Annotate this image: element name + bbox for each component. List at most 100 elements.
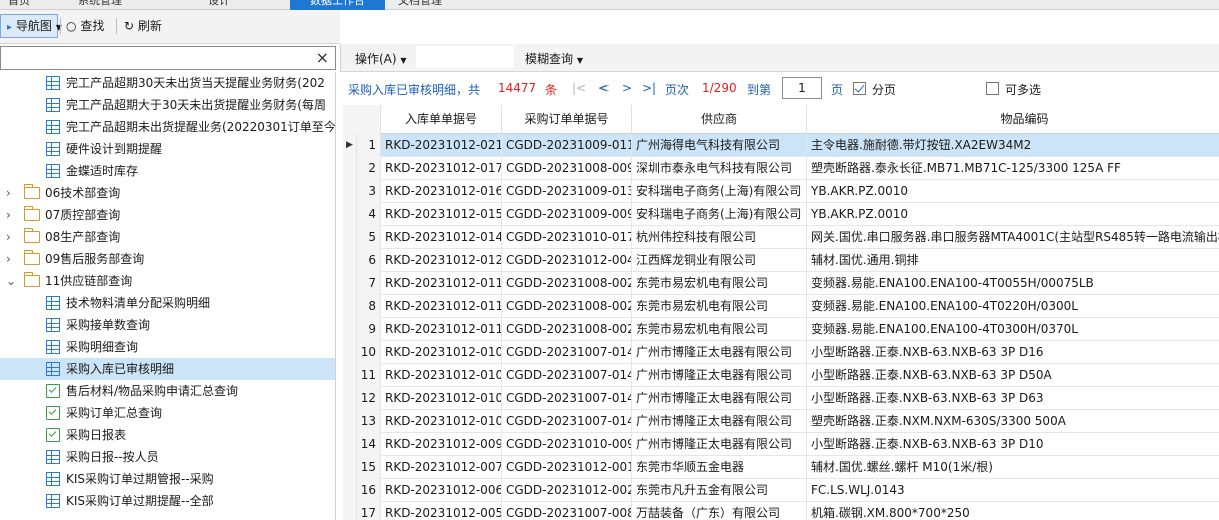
paging-checkbox[interactable] <box>853 82 866 95</box>
row-indicator <box>343 295 357 318</box>
prev-page-button[interactable]: < <box>598 81 608 95</box>
find-button[interactable]: ○ 查找 <box>66 14 104 38</box>
tree-item[interactable]: KIS采购订单过期管报--采购 <box>0 468 335 490</box>
multi-select-checkbox[interactable] <box>986 82 999 95</box>
tree-item[interactable]: 金蝶适时库存 <box>0 160 335 182</box>
table-row[interactable]: 14 RKD-20231012-009 CGDD-20231010-009 广州市博隆… <box>343 433 1219 456</box>
tree-item-label: 技术物料清单分配采购明细 <box>66 296 211 310</box>
expand-right-icon[interactable]: › <box>6 248 18 270</box>
row-number: 2 <box>357 157 381 180</box>
expand-right-icon[interactable]: › <box>6 182 18 204</box>
result-total: 14477 <box>498 81 537 95</box>
first-page-button[interactable]: |< <box>572 81 586 95</box>
tab-design[interactable]: 设计 <box>208 0 230 10</box>
tree-item[interactable]: 采购订单汇总查询 <box>0 402 335 424</box>
column-header[interactable]: 物品编码 <box>807 105 1219 134</box>
tree-item[interactable]: 采购明细查询 <box>0 336 335 358</box>
table-cell: RKD-20231012-010 <box>381 387 502 410</box>
table-row[interactable]: 15 RKD-20231012-007 CGDD-20231012-001 东莞市华顺… <box>343 456 1219 479</box>
tree-item[interactable]: › 09售后服务部查询 <box>0 248 335 270</box>
table-row[interactable]: 6 RKD-20231012-012 CGDD-20231012-004 江西辉龙铜业… <box>343 249 1219 272</box>
tab-documents[interactable]: 文档管理 <box>398 0 442 10</box>
tree-item[interactable]: 完工产品超期大于30天未出货提醒业务财务(每周 <box>0 94 335 116</box>
table-cell: 东莞市华顺五金电器 <box>632 456 807 479</box>
table-row[interactable]: 3 RKD-20231012-016 CGDD-20231009-013 安科瑞电子商… <box>343 180 1219 203</box>
table-row[interactable]: 9 RKD-20231012-011 CGDD-20231008-002 东莞市易宏机… <box>343 318 1219 341</box>
expand-down-icon[interactable]: ⌄ <box>6 270 18 292</box>
tree-item[interactable]: 采购接单数查询 <box>0 314 335 336</box>
last-page-button[interactable]: >| <box>642 81 656 95</box>
table-row[interactable]: ▶ 1 RKD-20231012-021 CGDD-20231009-011 广州海得电… <box>343 134 1219 157</box>
next-page-button[interactable]: > <box>622 81 632 95</box>
expand-right-icon[interactable]: › <box>6 204 18 226</box>
toolbar-divider <box>60 18 61 34</box>
table-cell: 江西辉龙铜业有限公司 <box>632 249 807 272</box>
table-cell: CGDD-20231012-002 <box>502 479 632 502</box>
tree-item[interactable]: 硬件设计到期提醒 <box>0 138 335 160</box>
row-indicator <box>343 226 357 249</box>
column-header[interactable]: 入库单单据号 <box>381 105 502 134</box>
operate-menu[interactable]: 操作(A) ▼ <box>355 50 407 67</box>
multi-select-label: 可多选 <box>1005 83 1042 97</box>
table-cell: RKD-20231012-010 <box>381 364 502 387</box>
table-cell: 小型断路器.正泰.NXB-63.NXB-63 3P D63 <box>807 387 1219 410</box>
table-row[interactable]: 5 RKD-20231012-014 CGDD-20231010-017 杭州伟控科技… <box>343 226 1219 249</box>
toolbar-divider <box>116 18 117 34</box>
table-row[interactable]: 8 RKD-20231012-011 CGDD-20231008-002 东莞市易宏机… <box>343 295 1219 318</box>
fuzzy-query-menu[interactable]: 模糊查询 ▼ <box>525 50 583 67</box>
nav-map-button[interactable]: ▸ 导航图 ▼ <box>0 14 62 38</box>
goto-page-input[interactable]: 1 <box>782 77 822 99</box>
table-cell: 万喆装备（广东）有限公司 <box>632 502 807 520</box>
table-row[interactable]: 11 RKD-20231012-010 CGDD-20231007-014 广州市博隆… <box>343 364 1219 387</box>
table-row[interactable]: 17 RKD-20231012-005 CGDD-20231007-008 万喆装备（… <box>343 502 1219 520</box>
tree-item[interactable]: › 06技术部查询 <box>0 182 335 204</box>
grid-icon <box>46 296 60 310</box>
row-indicator <box>343 249 357 272</box>
grid-icon <box>46 362 60 376</box>
row-indicator <box>343 479 357 502</box>
tree-item[interactable]: ⌄ 11供应链部查询 <box>0 270 335 292</box>
table-row[interactable]: 4 RKD-20231012-015 CGDD-20231009-009 安科瑞电子商… <box>343 203 1219 226</box>
tree-item-label: 07质控部查询 <box>45 208 121 222</box>
table-cell: 东莞市易宏机电有限公司 <box>632 318 807 341</box>
tree-search-input[interactable]: × <box>0 46 336 70</box>
row-indicator <box>343 318 357 341</box>
paging-label: 分页 <box>872 83 897 97</box>
tree-item[interactable]: 采购日报--按人员 <box>0 446 335 468</box>
column-header[interactable]: 供应商 <box>632 105 807 134</box>
table-cell: CGDD-20231007-014 <box>502 341 632 364</box>
folder-icon <box>23 272 40 287</box>
table-cell: 变频器.易能.ENA100.ENA100-4T0300H/0370L <box>807 318 1219 341</box>
table-row[interactable]: 2 RKD-20231012-017 CGDD-20231008-009 深圳市泰永电… <box>343 157 1219 180</box>
table-cell: RKD-20231012-010 <box>381 341 502 364</box>
tree-item[interactable]: › 08生产部查询 <box>0 226 335 248</box>
grid-icon <box>46 472 60 486</box>
page-label: 页次 <box>665 83 690 97</box>
tab-data-workbench[interactable]: 数据工作台 <box>290 0 385 10</box>
tree-item[interactable]: 售后材料/物品采购申请汇总查询 <box>0 380 335 402</box>
pager-bar: 采购入库已审核明细，共 14477 条 |< < < > >| 页次 1/290… <box>340 72 1219 104</box>
table-row[interactable]: 12 RKD-20231012-010 CGDD-20231007-014 广州市博隆… <box>343 387 1219 410</box>
table-row[interactable]: 16 RKD-20231012-006 CGDD-20231012-002 东莞市凡升… <box>343 479 1219 502</box>
tab-home[interactable]: 首页 <box>8 0 30 10</box>
table-cell: 主令电器.施耐德.带灯按钮.XA2EW34M2 <box>807 134 1219 157</box>
table-row[interactable]: 13 RKD-20231012-010 CGDD-20231007-014 广州市博隆… <box>343 410 1219 433</box>
refresh-button[interactable]: ↻ 刷新 <box>124 14 162 38</box>
tree-item[interactable]: 采购入库已审核明细 <box>0 358 335 380</box>
column-header[interactable]: 采购订单单据号 <box>502 105 632 134</box>
clear-icon[interactable]: × <box>316 48 329 67</box>
tree-item[interactable]: 技术物料清单分配采购明细 <box>0 292 335 314</box>
table-row[interactable]: 7 RKD-20231012-011 CGDD-20231008-002 东莞市易宏机… <box>343 272 1219 295</box>
fuzzy-query-input[interactable] <box>416 46 514 68</box>
folder-icon <box>23 184 40 199</box>
tree-item[interactable]: 完工产品超期30天未出货当天提醒业务财务(202 <box>0 72 335 94</box>
tree-item[interactable]: › 07质控部查询 <box>0 204 335 226</box>
tree-item[interactable]: 采购日报表 <box>0 424 335 446</box>
table-row[interactable]: 10 RKD-20231012-010 CGDD-20231007-014 广州市博隆… <box>343 341 1219 364</box>
tree-item[interactable]: KIS采购订单过期提醒--全部 <box>0 490 335 512</box>
tab-system[interactable]: 系统管理 <box>78 0 122 10</box>
tree-item[interactable]: 完工产品超期未出货提醒业务(20220301订单至今 <box>0 116 335 138</box>
check-icon <box>46 428 60 442</box>
expand-right-icon[interactable]: › <box>6 226 18 248</box>
table-cell: CGDD-20231010-009 <box>502 433 632 456</box>
